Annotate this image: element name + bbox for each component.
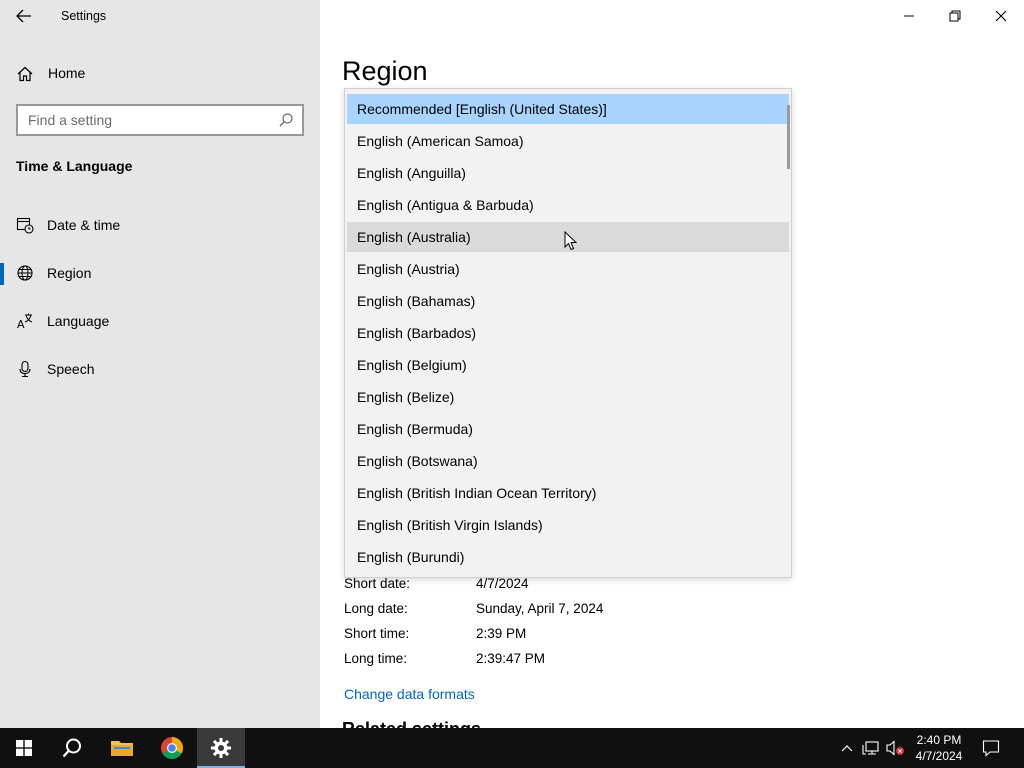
sidebar-item-label: Language bbox=[47, 313, 110, 329]
dropdown-option[interactable]: English (Bermuda) bbox=[347, 414, 789, 444]
svg-text:A: A bbox=[17, 318, 25, 330]
gear-icon bbox=[211, 738, 231, 758]
sidebar-item-label: Date & time bbox=[47, 217, 121, 233]
microphone-icon bbox=[19, 360, 31, 378]
volume-muted-icon bbox=[886, 740, 904, 756]
chevron-up-icon bbox=[841, 745, 853, 752]
dropdown-option[interactable]: English (British Virgin Islands) bbox=[347, 510, 789, 540]
taskbar: 2:40 PM 4/7/2024 bbox=[0, 728, 1024, 768]
dropdown-option[interactable]: English (American Samoa) bbox=[347, 126, 789, 156]
dropdown-option[interactable]: English (Belize) bbox=[347, 382, 789, 412]
search-icon bbox=[62, 738, 81, 758]
sidebar-item-speech[interactable]: Speech bbox=[0, 349, 320, 389]
minimize-icon bbox=[904, 15, 914, 17]
dropdown-option[interactable]: English (Anguilla) bbox=[347, 158, 789, 188]
page-title: Region bbox=[342, 56, 428, 86]
region-dropdown-list[interactable]: Recommended [English (United States)] En… bbox=[344, 88, 792, 578]
format-row-short-date: Short date: 4/7/2024 bbox=[344, 576, 764, 596]
globe-icon bbox=[17, 265, 33, 281]
restore-icon bbox=[949, 10, 961, 22]
clock-date: 4/7/2024 bbox=[915, 749, 963, 763]
folder-icon bbox=[111, 741, 133, 756]
file-explorer-button[interactable] bbox=[98, 728, 146, 768]
close-button[interactable] bbox=[978, 0, 1024, 32]
format-value: 2:39 PM bbox=[476, 626, 527, 641]
minimize-button[interactable] bbox=[886, 0, 932, 32]
format-row-short-time: Short time: 2:39 PM bbox=[344, 626, 764, 646]
restore-button[interactable] bbox=[932, 0, 978, 32]
action-center-button[interactable] bbox=[981, 738, 1001, 758]
format-label: Short date: bbox=[344, 576, 411, 591]
back-button[interactable] bbox=[8, 2, 40, 30]
sidebar-item-region[interactable]: Region bbox=[0, 253, 320, 293]
volume-tray-button[interactable] bbox=[885, 738, 905, 758]
format-label: Long time: bbox=[344, 651, 408, 666]
network-tray-button[interactable] bbox=[861, 738, 881, 758]
format-value: Sunday, April 7, 2024 bbox=[476, 601, 604, 616]
change-data-formats-link[interactable]: Change data formats bbox=[344, 686, 475, 702]
format-row-long-time: Long time: 2:39:47 PM bbox=[344, 651, 764, 671]
chrome-icon bbox=[161, 737, 183, 759]
home-label: Home bbox=[48, 65, 86, 81]
dropdown-option[interactable]: English (British Indian Ocean Territory) bbox=[347, 478, 789, 508]
taskbar-clock[interactable]: 2:40 PM 4/7/2024 bbox=[906, 732, 972, 764]
format-row-long-date: Long date: Sunday, April 7, 2024 bbox=[344, 601, 764, 621]
windows-logo-icon bbox=[16, 740, 32, 756]
notification-icon bbox=[982, 740, 1000, 757]
search-input[interactable] bbox=[18, 106, 258, 134]
related-settings-heading: Related settings bbox=[342, 720, 481, 728]
format-value: 4/7/2024 bbox=[476, 576, 529, 591]
show-hidden-icons-button[interactable] bbox=[837, 738, 857, 758]
sidebar-item-language[interactable]: A Language bbox=[0, 301, 320, 341]
section-title: Time & Language bbox=[16, 158, 133, 174]
format-label: Long date: bbox=[344, 601, 408, 616]
dropdown-option[interactable]: English (Belgium) bbox=[347, 350, 789, 380]
close-icon bbox=[995, 10, 1007, 22]
dropdown-option[interactable]: English (Burundi) bbox=[347, 542, 789, 572]
search-icon bbox=[279, 113, 293, 127]
app-title: Settings bbox=[61, 9, 107, 23]
start-button[interactable] bbox=[0, 728, 48, 768]
settings-taskbar-button[interactable] bbox=[197, 728, 245, 768]
format-value: 2:39:47 PM bbox=[476, 651, 546, 666]
clock-time: 2:40 PM bbox=[916, 733, 962, 747]
sidebar-item-label: Speech bbox=[47, 361, 95, 377]
network-icon bbox=[862, 741, 879, 755]
sidebar-item-date-time[interactable]: Date & time bbox=[0, 205, 320, 245]
dropdown-option[interactable]: English (Bahamas) bbox=[347, 286, 789, 316]
sidebar-item-label: Region bbox=[47, 265, 92, 281]
mouse-cursor-icon bbox=[564, 231, 578, 251]
search-box[interactable] bbox=[16, 104, 304, 136]
back-arrow-icon bbox=[16, 9, 31, 23]
home-nav-item[interactable]: Home bbox=[0, 56, 320, 90]
dropdown-scrollbar[interactable] bbox=[787, 105, 790, 169]
language-icon: A bbox=[17, 313, 33, 330]
sidebar: Settings Home Time & Language Date & tim… bbox=[0, 0, 320, 728]
dropdown-option[interactable]: English (Austria) bbox=[347, 254, 789, 284]
calendar-clock-icon bbox=[16, 217, 34, 234]
dropdown-option[interactable]: English (Barbados) bbox=[347, 318, 789, 348]
search-taskbar-button[interactable] bbox=[48, 728, 96, 768]
dropdown-option[interactable]: Recommended [English (United States)] bbox=[347, 94, 789, 124]
dropdown-option[interactable]: English (Botswana) bbox=[347, 446, 789, 476]
format-label: Short time: bbox=[344, 626, 410, 641]
home-icon bbox=[17, 66, 33, 82]
chrome-button[interactable] bbox=[148, 728, 196, 768]
dropdown-option[interactable]: English (Antigua & Barbuda) bbox=[347, 190, 789, 220]
